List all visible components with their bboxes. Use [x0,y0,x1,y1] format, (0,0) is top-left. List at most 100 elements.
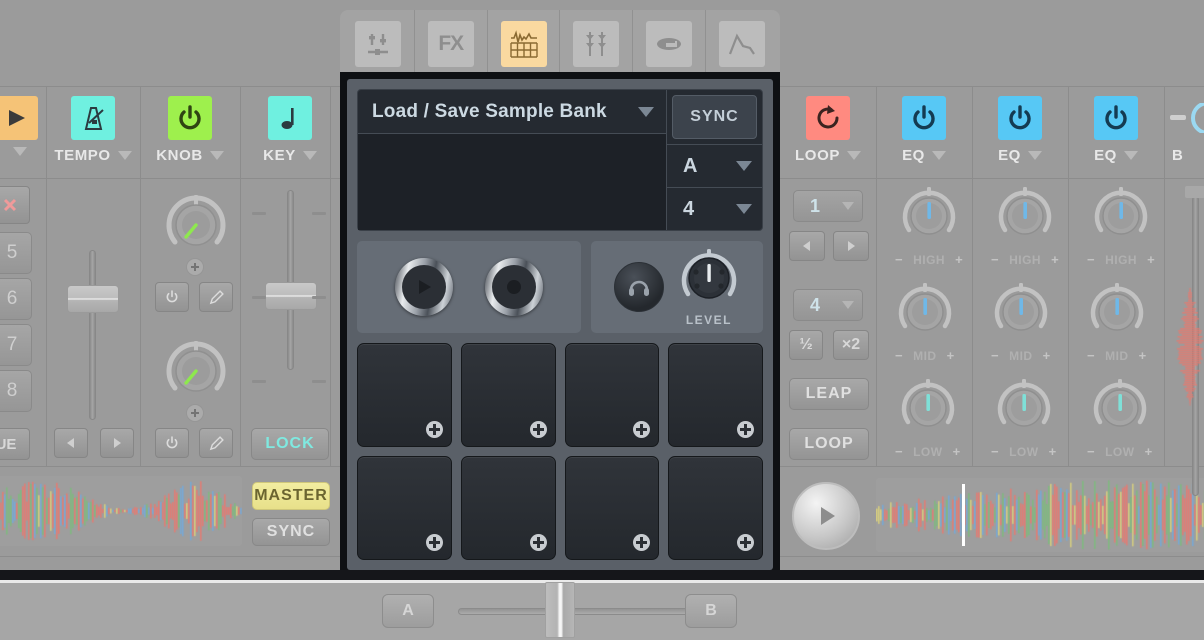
knob-power-button-1[interactable] [155,282,189,312]
right-edge-fader-handle[interactable] [1185,186,1204,198]
left-deck-waveform[interactable] [0,476,242,546]
chevron-down-icon[interactable] [1123,151,1138,160]
knob-control-1[interactable] [163,192,229,263]
plus-circle-icon[interactable] [425,534,443,551]
sample-pad[interactable] [564,343,660,447]
eq-knob-eq-1-low[interactable]: − LOW + [895,378,961,459]
sample-pad[interactable] [357,456,452,560]
loop-double-button[interactable]: ×2 [833,330,869,360]
chevron-down-icon[interactable] [846,151,861,160]
plus-circle-icon[interactable] [186,404,204,422]
left-sync-button[interactable]: SYNC [252,518,330,546]
rotary-knob[interactable] [899,378,957,443]
chevron-down-icon[interactable] [302,151,317,160]
knob-edit-button-1[interactable] [199,282,233,312]
chevron-down-icon[interactable] [12,147,27,156]
plus-circle-icon[interactable] [633,421,651,438]
chevron-down-icon[interactable] [1027,151,1042,160]
key-fader-track[interactable] [287,190,294,370]
leap-button[interactable]: LEAP [789,378,869,410]
sampler-sync-button[interactable]: SYNC [672,95,757,139]
crossfader-assign-a[interactable]: A [382,594,434,628]
tab-mixer[interactable] [342,10,415,78]
eq-knob-eq-3-mid[interactable]: − MID + [1087,282,1147,363]
crossfader-handle[interactable] [545,582,575,638]
eq-knob-eq-1-mid[interactable]: − MID + [895,282,955,363]
sample-bank-list[interactable] [358,134,666,230]
rotary-knob[interactable] [900,186,958,251]
header-cell-partial[interactable] [0,88,46,178]
plus-circle-icon[interactable] [633,534,651,551]
bank-letter-select[interactable]: A [667,144,762,187]
plus-circle-icon[interactable] [529,534,547,551]
knob-edit-button-2[interactable] [199,428,233,458]
rotary-knob[interactable] [1092,186,1150,251]
plus-circle-icon[interactable] [425,421,443,438]
cue-delete-button[interactable] [0,186,30,224]
rotary-knob[interactable] [163,192,229,263]
rotary-knob[interactable] [163,338,229,409]
sample-pad[interactable] [357,343,452,447]
chevron-down-icon[interactable] [117,151,132,160]
sampler-record-button[interactable] [484,258,543,316]
key-prev-button[interactable] [54,428,88,458]
loop-length-select[interactable]: 4 [793,289,863,321]
chevron-down-icon[interactable] [931,151,946,160]
rotary-knob[interactable] [1091,378,1149,443]
header-cell-eq-3[interactable]: EQ [1068,88,1164,178]
header-cell-eq-2[interactable]: EQ [972,88,1068,178]
loop-half-button[interactable]: ½ [789,330,823,360]
loop-button[interactable]: LOOP [789,428,869,460]
sample-pad[interactable] [460,343,556,447]
rotary-knob[interactable] [992,282,1050,347]
sampler-level-control[interactable]: LEVEL [678,248,740,327]
tab-sampler[interactable] [488,10,561,78]
header-cell-loop[interactable]: LOOP [780,88,876,178]
level-knob[interactable] [678,248,740,311]
eq-knob-eq-2-low[interactable]: − LOW + [991,378,1057,459]
header-cell-tempo[interactable]: TEMPO [46,88,140,178]
sampler-play-button[interactable] [394,258,453,316]
chevron-down-icon[interactable] [209,151,224,160]
plus-circle-icon[interactable] [186,258,204,276]
cue-label-button[interactable]: UE [0,428,30,460]
key-fader-handle[interactable] [265,282,317,310]
sample-pad[interactable] [460,456,556,560]
cue-button-5[interactable]: 5 [0,232,32,274]
loop-prev-button[interactable] [789,231,825,261]
plus-circle-icon[interactable] [737,534,754,551]
tempo-fader-track[interactable] [89,250,96,420]
sampler-cue-button[interactable] [613,262,664,312]
tab-fx[interactable]: FX [415,10,488,78]
eq-knob-eq-2-high[interactable]: − HIGH + [991,186,1059,267]
right-deck-play-button[interactable] [792,482,860,550]
cue-button-6[interactable]: 6 [0,278,32,320]
knob-power-button-2[interactable] [155,428,189,458]
loop-next-button[interactable] [833,231,869,261]
cue-button-8[interactable]: 8 [0,370,32,412]
crossfader-track-right[interactable] [562,608,704,615]
sample-pad[interactable] [668,456,763,560]
tab-curve[interactable] [706,10,778,78]
lock-button[interactable]: LOCK [251,428,329,460]
master-button[interactable]: MASTER [252,482,330,510]
right-deck-waveform[interactable] [876,478,1204,552]
tab-eq[interactable] [560,10,634,78]
rotary-knob[interactable] [1088,282,1146,347]
sample-pad[interactable] [668,343,763,447]
sample-bank-dropdown[interactable]: Load / Save Sample Bank [358,90,666,134]
knob-control-2[interactable] [163,338,229,409]
rotary-knob[interactable] [995,378,1053,443]
plus-circle-icon[interactable] [737,421,754,438]
loop-beats-select[interactable]: 1 [793,190,863,222]
key-next-button[interactable] [100,428,134,458]
cue-button-7[interactable]: 7 [0,324,32,366]
header-cell-b[interactable]: B [1164,88,1204,178]
header-cell-eq-1[interactable]: EQ [876,88,972,178]
tab-link[interactable] [633,10,707,78]
eq-knob-eq-3-low[interactable]: − LOW + [1087,378,1153,459]
eq-knob-eq-3-high[interactable]: − HIGH + [1087,186,1155,267]
eq-knob-eq-2-mid[interactable]: − MID + [991,282,1051,363]
eq-knob-eq-1-high[interactable]: − HIGH + [895,186,963,267]
rotary-knob[interactable] [996,186,1054,251]
